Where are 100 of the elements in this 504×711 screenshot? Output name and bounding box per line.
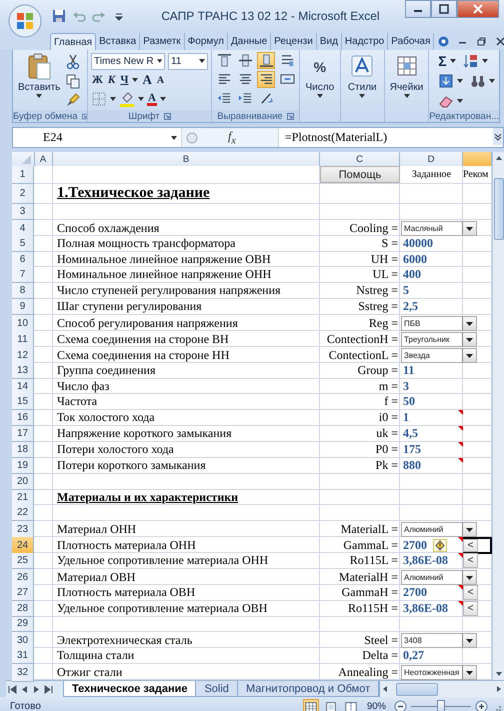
zoom-level[interactable]: 90% <box>366 700 386 711</box>
row-header[interactable]: 7 <box>12 267 34 284</box>
row-header[interactable]: 3 <box>12 204 34 220</box>
maximize-button[interactable] <box>431 0 457 18</box>
ribbon-tab[interactable]: Главная <box>50 33 96 50</box>
row-header[interactable]: 29 <box>12 616 34 632</box>
view-button[interactable] <box>342 699 359 711</box>
sheet-tab[interactable]: Техническое задание <box>63 681 196 697</box>
grow-font-button[interactable]: A <box>141 72 153 88</box>
row-header[interactable]: 22 <box>12 505 34 522</box>
row-header[interactable]: 19 <box>12 458 34 474</box>
row-header[interactable]: 25 <box>12 553 34 570</box>
row-header[interactable]: 6 <box>12 252 34 268</box>
binoculars-icon[interactable] <box>470 73 486 89</box>
dropdown-field[interactable]: 3408 <box>401 633 477 648</box>
row-header[interactable]: 13 <box>12 362 34 379</box>
next-sheet-icon[interactable] <box>32 684 41 694</box>
number-button[interactable]: % Число <box>303 52 336 99</box>
row-header[interactable]: 14 <box>12 378 34 395</box>
bold-button[interactable]: Ж <box>91 74 104 86</box>
close-icon[interactable] <box>495 36 504 47</box>
align-button[interactable] <box>257 52 275 69</box>
previous-sheet-icon[interactable] <box>20 684 29 694</box>
table-cell-text: Delta = <box>361 648 399 664</box>
row-header[interactable]: 18 <box>12 442 34 458</box>
sheet-tab[interactable]: Solid <box>195 681 238 697</box>
autosum-button[interactable]: Σ <box>438 53 447 69</box>
help-button[interactable]: Помощь <box>320 166 400 183</box>
row-header[interactable]: 9 <box>12 299 34 316</box>
dropdown-field[interactable]: Неотожженная <box>401 665 477 680</box>
row-header[interactable]: 8 <box>12 283 34 300</box>
row-header[interactable]: 20 <box>12 474 34 490</box>
sheet-tab[interactable]: Магнитопровод и Обмот <box>236 681 380 697</box>
row-header[interactable]: 17 <box>12 426 34 442</box>
view-button[interactable] <box>302 699 319 711</box>
styles-button[interactable]: Стили <box>346 52 379 99</box>
table-cell-text: Потери холостого хода <box>56 442 175 457</box>
dialog-launcher-icon[interactable] <box>164 112 171 120</box>
back-button[interactable]: < <box>463 539 478 552</box>
restore-icon[interactable] <box>476 36 488 47</box>
row-header[interactable]: 31 <box>12 648 34 664</box>
table-cell-text: Электротехническая сталь <box>56 632 194 650</box>
dropdown-field[interactable]: Масляный <box>401 220 477 236</box>
row-header[interactable]: 21 <box>12 490 34 506</box>
zoom-slider-thumb[interactable] <box>437 700 445 711</box>
font-name-field[interactable]: Times New R <box>91 52 165 70</box>
align-button[interactable] <box>257 71 275 88</box>
row-header[interactable]: 1 <box>12 166 34 184</box>
dropdown-field[interactable]: Звезда <box>401 348 477 363</box>
paste-button[interactable]: Вставить <box>16 52 62 99</box>
table-cell: 1 <box>403 410 409 426</box>
shrink-font-button[interactable]: A <box>156 74 166 86</box>
row-header[interactable]: 15 <box>12 394 34 410</box>
table-cell-text: i0 = <box>378 410 399 426</box>
align-button[interactable] <box>236 52 254 69</box>
dropdown-field[interactable]: Треугольник <box>401 332 477 347</box>
cut-icon[interactable] <box>65 54 82 70</box>
dialog-launcher-icon[interactable] <box>286 112 294 120</box>
save-icon[interactable] <box>52 9 66 23</box>
font-size-field[interactable]: 11 <box>168 52 208 70</box>
table-cell-text: GammaL = <box>342 537 399 554</box>
row-header[interactable]: 28 <box>12 600 34 617</box>
status-text: Готово <box>10 700 42 711</box>
row-header[interactable]: 5 <box>12 236 34 252</box>
scroll-thumb[interactable] <box>494 178 504 240</box>
italic-button[interactable]: К <box>106 74 116 86</box>
scroll-thumb[interactable] <box>396 682 438 696</box>
last-sheet-icon[interactable] <box>44 684 53 694</box>
dropdown-field[interactable]: Алюминий <box>401 522 477 538</box>
row-header[interactable]: 16 <box>12 410 34 426</box>
close-button[interactable] <box>457 0 499 18</box>
align-button[interactable] <box>215 52 233 69</box>
brush-icon[interactable] <box>65 92 82 108</box>
caret-icon <box>489 79 496 83</box>
zoom-out-icon[interactable] <box>394 700 407 711</box>
table-cell-text: Шаг ступени регулирования <box>56 299 203 314</box>
fill-down-icon[interactable] <box>438 73 454 89</box>
underline-button[interactable]: Ч <box>119 74 130 86</box>
table-cell-text: Потери короткого замыкания <box>56 458 207 473</box>
first-sheet-icon[interactable] <box>8 684 17 694</box>
row-header[interactable]: 2 <box>12 184 34 204</box>
dialog-launcher-icon[interactable] <box>82 112 87 120</box>
borders-icon[interactable] <box>91 91 107 107</box>
font-color-button[interactable]: A <box>147 92 157 106</box>
back-button[interactable]: < <box>463 553 478 568</box>
dropdown-field[interactable]: ПБВ <box>401 316 477 332</box>
fill-color-icon[interactable] <box>119 91 135 107</box>
copy-icon[interactable] <box>65 73 82 89</box>
zoom-in-icon[interactable] <box>475 700 488 711</box>
row-header[interactable]: 32 <box>12 664 34 682</box>
help-icon[interactable] <box>438 36 450 47</box>
cells-button[interactable]: Ячейки <box>388 52 426 99</box>
back-button[interactable]: < <box>463 584 478 600</box>
row-header[interactable]: 27 <box>12 584 34 601</box>
back-button[interactable]: < <box>463 600 478 616</box>
warning-icon[interactable] <box>433 539 447 552</box>
table-cell-text: Толщина стали <box>56 648 136 664</box>
minimize-button[interactable] <box>405 0 431 18</box>
dropdown-field[interactable]: Алюминий <box>401 570 477 585</box>
sort-icon[interactable] <box>462 53 479 69</box>
